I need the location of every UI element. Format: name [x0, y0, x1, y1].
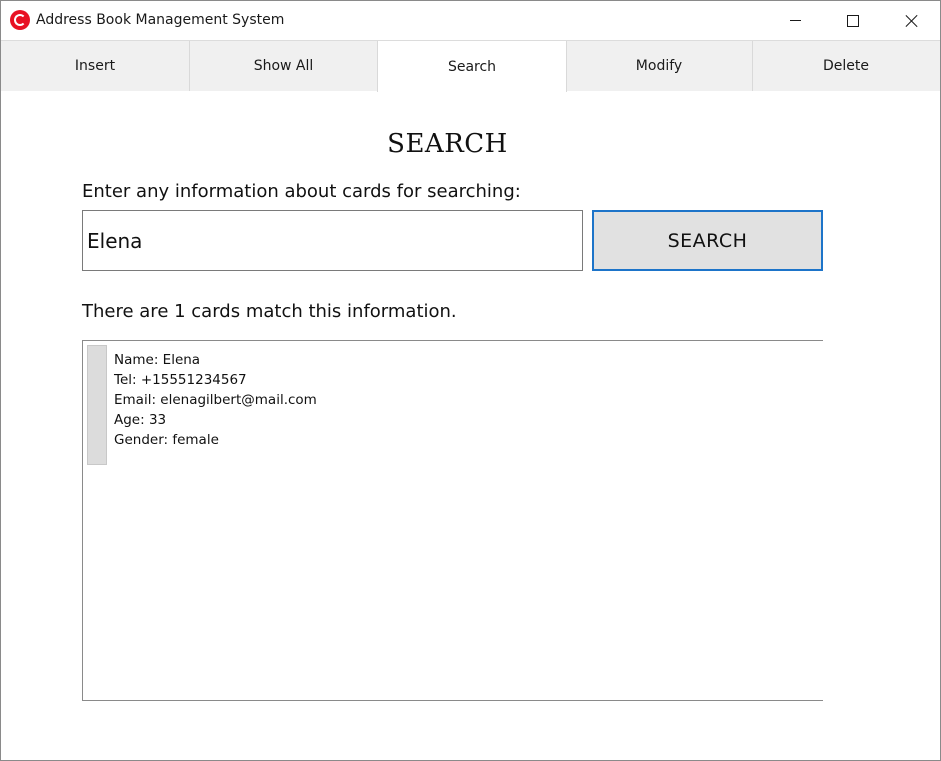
card-gender: Gender: female	[114, 432, 219, 448]
card-name: Name: Elena	[114, 352, 201, 368]
minimize-icon	[789, 20, 801, 21]
title-bar[interactable]: Address Book Management System	[1, 1, 940, 40]
maximize-button[interactable]	[830, 1, 876, 40]
tab-insert[interactable]: Insert	[1, 41, 190, 91]
result-count-text: There are 1 cards match this information…	[82, 301, 457, 322]
search-prompt-label: Enter any information about cards for se…	[82, 181, 521, 202]
minimize-button[interactable]	[772, 1, 818, 40]
tab-bar: Insert Show All Search Modify Delete	[1, 40, 940, 92]
tab-modify[interactable]: Modify	[566, 41, 753, 91]
card-tel: Tel: +15551234567	[114, 372, 247, 388]
search-button[interactable]: SEARCH	[592, 210, 823, 271]
app-window: Address Book Management System Insert Sh…	[0, 0, 941, 761]
tab-search[interactable]: Search	[377, 41, 567, 92]
close-button[interactable]	[889, 1, 935, 40]
close-icon	[905, 14, 919, 28]
tab-delete[interactable]: Delete	[752, 41, 940, 91]
card-details: Name: Elena Tel: +15551234567 Email: ele…	[114, 350, 317, 450]
window-title: Address Book Management System	[36, 12, 285, 28]
search-input[interactable]	[82, 210, 583, 271]
tab-show-all[interactable]: Show All	[190, 41, 378, 91]
maximize-icon	[847, 14, 859, 27]
contact-card[interactable]: Name: Elena Tel: +15551234567 Email: ele…	[87, 345, 787, 465]
results-list[interactable]: Name: Elena Tel: +15551234567 Email: ele…	[82, 340, 823, 701]
app-logo-icon	[10, 10, 30, 30]
page-title: SEARCH	[387, 129, 508, 159]
card-email: Email: elenagilbert@mail.com	[114, 392, 317, 408]
card-selector[interactable]	[87, 345, 107, 465]
card-age: Age: 33	[114, 412, 167, 428]
